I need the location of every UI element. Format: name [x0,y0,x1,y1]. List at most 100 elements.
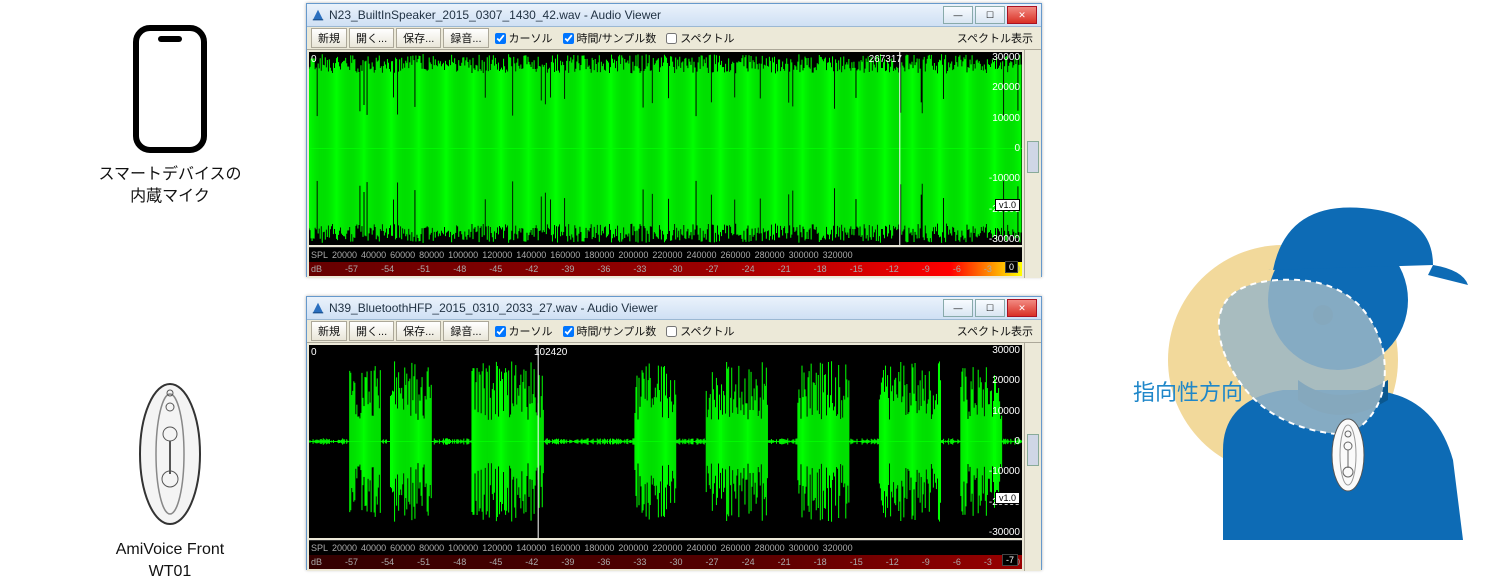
time-checkbox-label: 時間/サンプル数 [577,30,657,46]
tick-label: -3 [984,264,992,274]
tick-label: dB [311,557,322,567]
record-button[interactable]: 録音... [443,321,488,341]
waveform-panel[interactable]: 0 102420 3000020000100000-10000-20000-30… [309,345,1022,538]
wt01-device-icon [135,379,205,529]
spectrum-checkbox[interactable]: スペクトル [662,323,738,339]
tick-label: 100000 [446,250,480,260]
tick-label: 80000 [417,250,446,260]
minimize-button[interactable]: — [943,6,973,24]
time-checkbox[interactable]: 時間/サンプル数 [559,323,661,339]
tick-label: SPL [309,250,330,260]
tick-label: -15 [850,557,863,567]
origin-label: 0 [311,54,317,65]
open-button[interactable]: 開く... [349,28,394,48]
time-checkbox-input[interactable] [563,33,574,44]
tick-label: 260000 [719,543,753,553]
db-readout: 0 [1005,261,1018,273]
db-meter: dB-57-54-51-48-45-42-39-36-33-30-27-24-2… [309,262,1022,276]
device-smart: スマートデバイスの 内蔵マイク [98,24,241,209]
save-button[interactable]: 保存... [396,28,441,48]
tick-label: 140000 [514,250,548,260]
spectrum-checkbox-input[interactable] [666,326,677,337]
tick-label: -39 [561,557,574,567]
tick-label: -33 [633,557,646,567]
scrollbar-thumb[interactable] [1027,141,1039,173]
new-button[interactable]: 新規 [311,28,347,48]
tick-label: -54 [381,557,394,567]
scrollbar-thumb[interactable] [1027,434,1039,466]
window-title: N39_BluetoothHFP_2015_0310_2033_27.wav -… [329,301,658,315]
titlebar[interactable]: N39_BluetoothHFP_2015_0310_2033_27.wav -… [307,297,1041,320]
tick-label: 120000 [480,543,514,553]
tick-label: SPL [309,543,330,553]
tick-label: 220000 [650,543,684,553]
smartphone-icon [130,24,210,154]
tick-label: -36 [597,264,610,274]
maximize-button[interactable]: ☐ [975,6,1005,24]
cursor-checkbox[interactable]: カーソル [491,30,557,46]
new-button[interactable]: 新規 [311,321,347,341]
tick-label: -6 [953,557,961,567]
time-checkbox-label: 時間/サンプル数 [577,323,657,339]
tick-label: -15 [850,264,863,274]
spectrum-checkbox-label: スペクトル [680,30,734,46]
version-badge: v1.0 [995,492,1020,504]
maximize-button[interactable]: ☐ [975,299,1005,317]
cursor-checkbox-input[interactable] [495,33,506,44]
tick-label: -39 [561,264,574,274]
app-icon [311,301,325,315]
time-checkbox-input[interactable] [563,326,574,337]
tick-label: -36 [597,557,610,567]
time-checkbox[interactable]: 時間/サンプル数 [559,30,661,46]
tick-label: 20000 [330,250,359,260]
titlebar[interactable]: N23_BuiltInSpeaker_2015_0307_1430_42.wav… [307,4,1041,27]
tick-label: -21 [778,264,791,274]
tick-label: -9 [922,264,930,274]
close-button[interactable]: ✕ [1007,6,1037,24]
tick-label: 300000 [787,250,821,260]
cursor-checkbox-input[interactable] [495,326,506,337]
tick-label: -51 [417,264,430,274]
tick-label: 180000 [582,543,616,553]
minimize-button[interactable]: — [943,299,973,317]
tick-label: 220000 [650,250,684,260]
save-button[interactable]: 保存... [396,321,441,341]
window-title: N23_BuiltInSpeaker_2015_0307_1430_42.wav… [329,8,661,22]
record-button[interactable]: 録音... [443,28,488,48]
cursor-checkbox-label: カーソル [509,30,553,46]
tick-label: 200000 [616,250,650,260]
waveform-panel[interactable]: 0 267317 3000020000100000-10000-20000-30… [309,52,1022,245]
tick-label: 280000 [753,250,787,260]
db-ticks: dB-57-54-51-48-45-42-39-36-33-30-27-24-2… [309,262,1022,276]
tick-label: -57 [345,557,358,567]
vertical-scrollbar[interactable] [1024,50,1041,278]
close-button[interactable]: ✕ [1007,299,1037,317]
tick-label: 160000 [548,250,582,260]
device-wt01: AmiVoice Front WT01 [116,379,224,584]
tick-label: 160000 [548,543,582,553]
tick-label: -30 [669,557,682,567]
tick-label: -48 [453,264,466,274]
tick-label: 320000 [821,543,855,553]
tick-label: -42 [525,264,538,274]
vertical-scrollbar[interactable] [1024,343,1041,571]
tick-label: -21 [778,557,791,567]
tick-label: 80000 [417,543,446,553]
tick-label: -54 [381,264,394,274]
toolbar: 新規 開く... 保存... 録音... カーソル 時間/サンプル数 スペクトル… [307,320,1041,343]
tick-label: 120000 [480,250,514,260]
audio-viewer-window-top: N23_BuiltInSpeaker_2015_0307_1430_42.wav… [306,3,1042,277]
direction-label: 指向性方向 [1133,380,1243,405]
tick-label: 300000 [787,543,821,553]
spectrum-display-label: スペクトル表示 [957,30,1037,46]
caption-line: AmiVoice Front [116,541,224,558]
tick-label: 320000 [821,250,855,260]
spectrum-checkbox-input[interactable] [666,33,677,44]
tick-label: 100000 [446,543,480,553]
open-button[interactable]: 開く... [349,321,394,341]
window-content: 0 102420 3000020000100000-10000-20000-30… [307,343,1041,571]
spectrum-checkbox[interactable]: スペクトル [662,30,738,46]
spectrum-display-label: スペクトル表示 [957,323,1037,339]
tick-label: 20000 [330,543,359,553]
cursor-checkbox[interactable]: カーソル [491,323,557,339]
